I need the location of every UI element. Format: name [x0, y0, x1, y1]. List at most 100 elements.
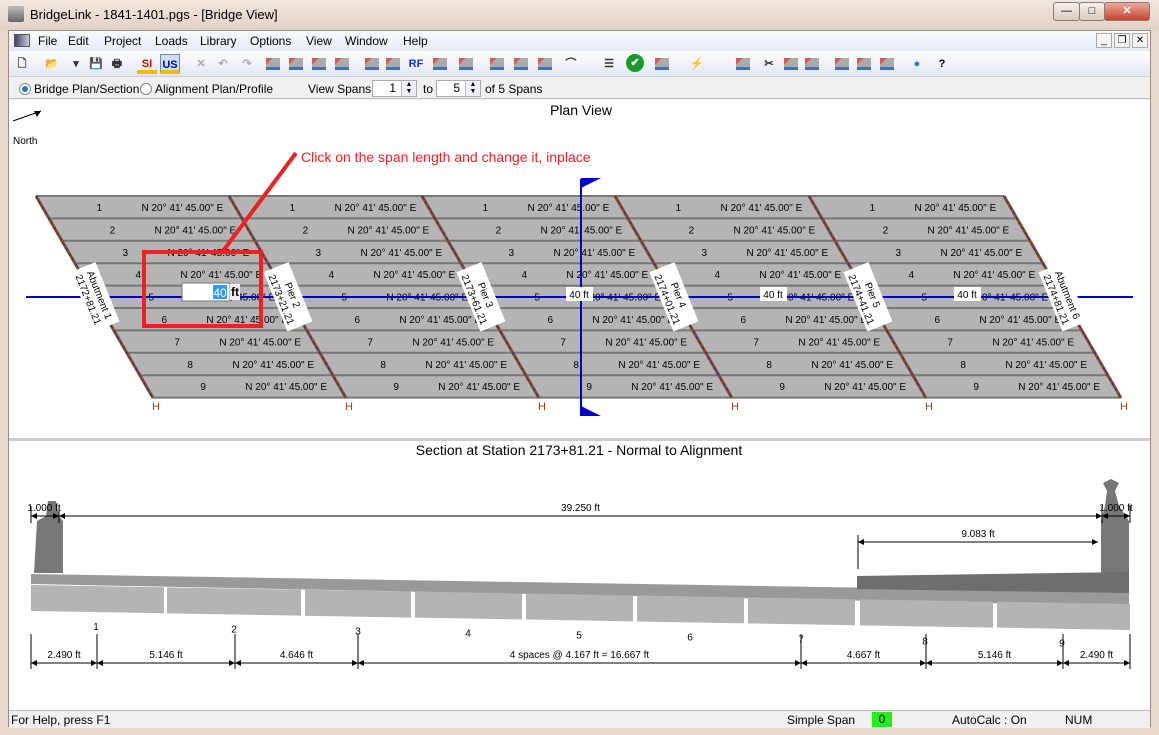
span-length-edit-value[interactable]: 40: [213, 286, 227, 300]
us-units-icon[interactable]: US: [160, 54, 180, 74]
plan-view[interactable]: Plan View North H H H H H H 1 N 20° 41' 45.00" …: [9, 100, 1150, 438]
girder-section[interactable]: [31, 585, 164, 614]
menu-library[interactable]: Library: [200, 34, 237, 48]
girder-label[interactable]: 4: [329, 270, 335, 281]
truck-icon[interactable]: [383, 54, 403, 74]
girder-label[interactable]: 9: [393, 382, 399, 393]
girder-label[interactable]: 7: [947, 337, 953, 348]
girder-label[interactable]: 8: [187, 360, 193, 371]
open-folder-icon[interactable]: 📂: [42, 54, 62, 74]
girder-label[interactable]: 8: [380, 360, 386, 371]
girder-label[interactable]: 1: [676, 203, 682, 214]
menu-loads[interactable]: Loads: [155, 34, 188, 48]
girder-section[interactable]: [167, 587, 301, 616]
span-to-spinner[interactable]: 5 ▲ ▼: [436, 80, 481, 97]
spin-arrows-icon[interactable]: ▲ ▼: [465, 81, 480, 96]
girder-label[interactable]: 3: [509, 248, 515, 259]
check-icon[interactable]: ✔: [626, 54, 644, 72]
menu-project[interactable]: Project: [104, 34, 141, 48]
section-view[interactable]: Section at Station 2173+81.21 - Normal t…: [9, 441, 1150, 710]
girder-label[interactable]: 6: [934, 315, 940, 326]
girder-label[interactable]: 6: [354, 315, 360, 326]
child-close-button[interactable]: ✕: [1132, 33, 1148, 48]
girder-label[interactable]: 7: [753, 337, 759, 348]
menu-view[interactable]: View: [306, 34, 332, 48]
girder-label[interactable]: 4: [715, 270, 721, 281]
spin-arrows-icon[interactable]: ▲ ▼: [401, 81, 416, 96]
document-icon[interactable]: [14, 34, 30, 47]
girder-label[interactable]: 5: [921, 293, 927, 304]
grid-icon[interactable]: [854, 54, 874, 74]
girder-label[interactable]: 3: [702, 248, 708, 259]
print-icon[interactable]: 🖶: [107, 54, 127, 74]
girder-label[interactable]: 9: [779, 382, 785, 393]
menu-options[interactable]: Options: [250, 34, 291, 48]
globe-icon[interactable]: ●: [907, 54, 927, 74]
girder-label[interactable]: 8: [573, 360, 579, 371]
span-from-spinner[interactable]: 1 ▲ ▼: [372, 80, 417, 97]
undo-icon[interactable]: ↶: [213, 54, 233, 74]
girder-label[interactable]: 4: [136, 270, 142, 281]
align-icon[interactable]: [832, 54, 852, 74]
redo-icon[interactable]: ↷: [237, 54, 257, 74]
girder-section[interactable]: [860, 599, 993, 628]
girder-label[interactable]: 2: [883, 225, 889, 236]
help-icon[interactable]: ?: [932, 54, 952, 74]
close-button[interactable]: ✕: [1104, 2, 1150, 21]
girder-label[interactable]: 2: [303, 225, 309, 236]
girder-label[interactable]: 5: [148, 293, 154, 304]
girder-section[interactable]: [637, 595, 744, 624]
girder-section[interactable]: [415, 591, 522, 620]
menu-window[interactable]: Window: [345, 34, 388, 48]
span-length-label[interactable]: 40 ft: [954, 287, 981, 301]
menu-help[interactable]: Help: [403, 34, 428, 48]
distribute-icon[interactable]: [877, 54, 897, 74]
girder-section[interactable]: [997, 601, 1130, 630]
girder-label[interactable]: 2: [110, 225, 116, 236]
girder-label[interactable]: 2: [689, 225, 695, 236]
girder-section[interactable]: [305, 589, 411, 618]
edit-pier-icon[interactable]: [332, 54, 352, 74]
girder-label[interactable]: 9: [973, 382, 979, 393]
library-icon[interactable]: [456, 54, 476, 74]
girder-label[interactable]: 9: [200, 382, 206, 393]
child-minimize-button[interactable]: _: [1096, 33, 1112, 48]
girder-label[interactable]: 2: [496, 225, 502, 236]
alignment-plan-profile-radio[interactable]: [140, 83, 152, 95]
edit-loads-icon[interactable]: [362, 54, 382, 74]
girder-label[interactable]: 8: [766, 360, 772, 371]
girder-section[interactable]: [526, 593, 633, 622]
copy-icon[interactable]: [781, 54, 801, 74]
girder-label[interactable]: 8: [960, 360, 966, 371]
lightning-icon[interactable]: ⚡: [687, 54, 707, 74]
minimize-button[interactable]: —: [1053, 2, 1080, 21]
girder-label[interactable]: 7: [174, 337, 180, 348]
span-length-label[interactable]: 40 ft: [566, 287, 593, 301]
girder-label[interactable]: 1: [483, 203, 489, 214]
plan-view-canvas[interactable]: Plan View North H H H H H H 1 N 20° 41' 45.00" …: [9, 100, 1150, 438]
section-view-canvas[interactable]: Section at Station 2173+81.21 - Normal t…: [9, 441, 1150, 710]
girder-stress-icon[interactable]: [430, 54, 450, 74]
copy-girder-icon[interactable]: [733, 54, 753, 74]
right-barrier[interactable]: [1101, 479, 1129, 573]
new-file-icon[interactable]: 🗋: [12, 54, 32, 74]
girder-label[interactable]: 5: [534, 293, 540, 304]
girder-label[interactable]: 4: [522, 270, 528, 281]
menu-file[interactable]: File: [38, 34, 57, 48]
dropdown-arrow-icon[interactable]: ▾: [66, 54, 86, 74]
edit-bridge-icon[interactable]: [263, 54, 283, 74]
girder-label[interactable]: 7: [367, 337, 373, 348]
girder-label[interactable]: 1: [97, 203, 103, 214]
girder-label[interactable]: 3: [896, 248, 902, 259]
bridge-plan-section-radio[interactable]: [19, 83, 31, 95]
si-units-icon[interactable]: SI: [137, 54, 157, 74]
section-view-icon[interactable]: [487, 54, 507, 74]
save-icon[interactable]: 💾: [86, 54, 106, 74]
girder-label[interactable]: 5: [727, 293, 733, 304]
report-icon[interactable]: ☰: [599, 54, 619, 74]
girder-label[interactable]: 5: [341, 293, 347, 304]
maximize-button[interactable]: □: [1079, 2, 1105, 21]
girder-label[interactable]: 9: [586, 382, 592, 393]
edit-deck-icon[interactable]: [286, 54, 306, 74]
cut-icon[interactable]: ✂: [759, 54, 779, 74]
